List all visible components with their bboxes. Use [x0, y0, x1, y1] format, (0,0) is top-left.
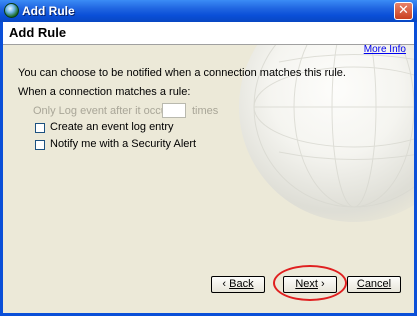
close-icon: ✕	[398, 3, 409, 18]
cancel-button[interactable]: Cancel	[347, 276, 401, 293]
dialog-client-area: Add Rule More Info You can choose to be …	[3, 22, 414, 313]
security-alert-label[interactable]: Notify me with a Security Alert	[50, 138, 196, 150]
next-highlight-circle	[273, 265, 347, 301]
window-title: Add Rule	[22, 4, 75, 18]
when-label: When a connection matches a rule:	[18, 86, 191, 98]
only-log-label: Only Log event after it occurs	[33, 105, 177, 117]
title-bar[interactable]: Add Rule ✕	[0, 0, 417, 22]
security-alert-checkbox[interactable]	[35, 140, 45, 150]
back-arrow-icon: ‹	[222, 278, 227, 290]
event-log-label[interactable]: Create an event log entry	[50, 121, 174, 133]
intro-text: You can choose to be notified when a con…	[18, 67, 346, 79]
globe-app-icon	[4, 3, 19, 18]
dialog-window: Add Rule ✕ Add Rule More Info You can ch…	[0, 0, 417, 316]
times-label: times	[192, 105, 219, 117]
page-title: Add Rule	[9, 25, 67, 40]
close-button[interactable]: ✕	[394, 2, 413, 20]
back-button[interactable]: ‹ Back	[211, 276, 265, 293]
cancel-button-label: Cancel	[356, 278, 392, 290]
occurrence-count-input[interactable]	[162, 103, 186, 118]
back-button-label: Back	[229, 278, 254, 290]
page-header: Add Rule	[3, 22, 414, 45]
event-log-checkbox[interactable]	[35, 123, 45, 133]
more-info-link[interactable]: More Info	[364, 44, 406, 55]
